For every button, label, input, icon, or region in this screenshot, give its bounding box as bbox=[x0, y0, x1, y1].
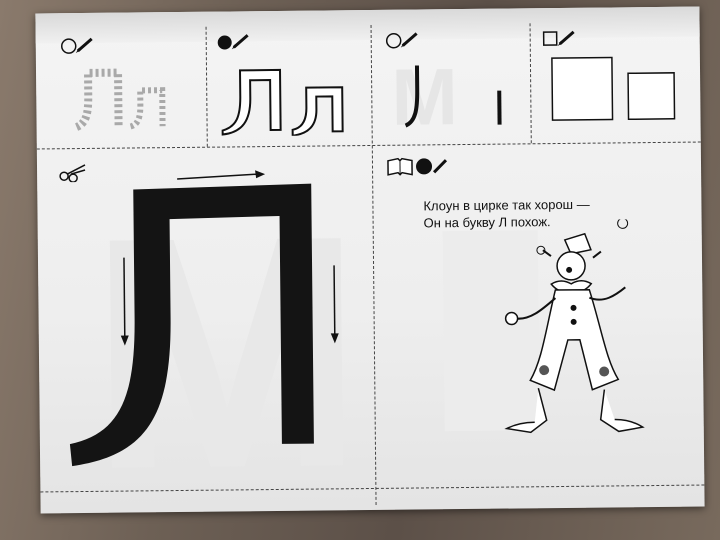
pencil-circle-filled-icon bbox=[217, 34, 249, 50]
outline-letters-cell bbox=[205, 10, 371, 147]
stroke-elements-cell: M bbox=[370, 8, 530, 145]
large-letter-L: M bbox=[69, 166, 360, 488]
pencil-square-outline-icon bbox=[542, 30, 575, 47]
book-pencil-icons bbox=[387, 157, 448, 176]
dotted-letters-trace bbox=[74, 68, 166, 131]
outlined-letter-pair bbox=[221, 68, 344, 137]
pencil-circle-outline-icon bbox=[60, 37, 93, 54]
poem-line-1: Клоун в цирке так хорош — bbox=[423, 196, 590, 214]
svg-text:M: M bbox=[391, 59, 458, 135]
stroke-elements: M bbox=[391, 59, 502, 135]
workbook-page: M M Клоун в цирке так хорош — Он на букв… bbox=[35, 6, 705, 514]
big-letter-cell: M bbox=[37, 145, 376, 491]
square-boxes bbox=[551, 56, 676, 121]
clown-illustration bbox=[442, 218, 645, 434]
pencil-circle-outline-icon bbox=[385, 32, 418, 49]
trace-cell bbox=[35, 12, 206, 149]
squares-cell bbox=[529, 7, 700, 144]
